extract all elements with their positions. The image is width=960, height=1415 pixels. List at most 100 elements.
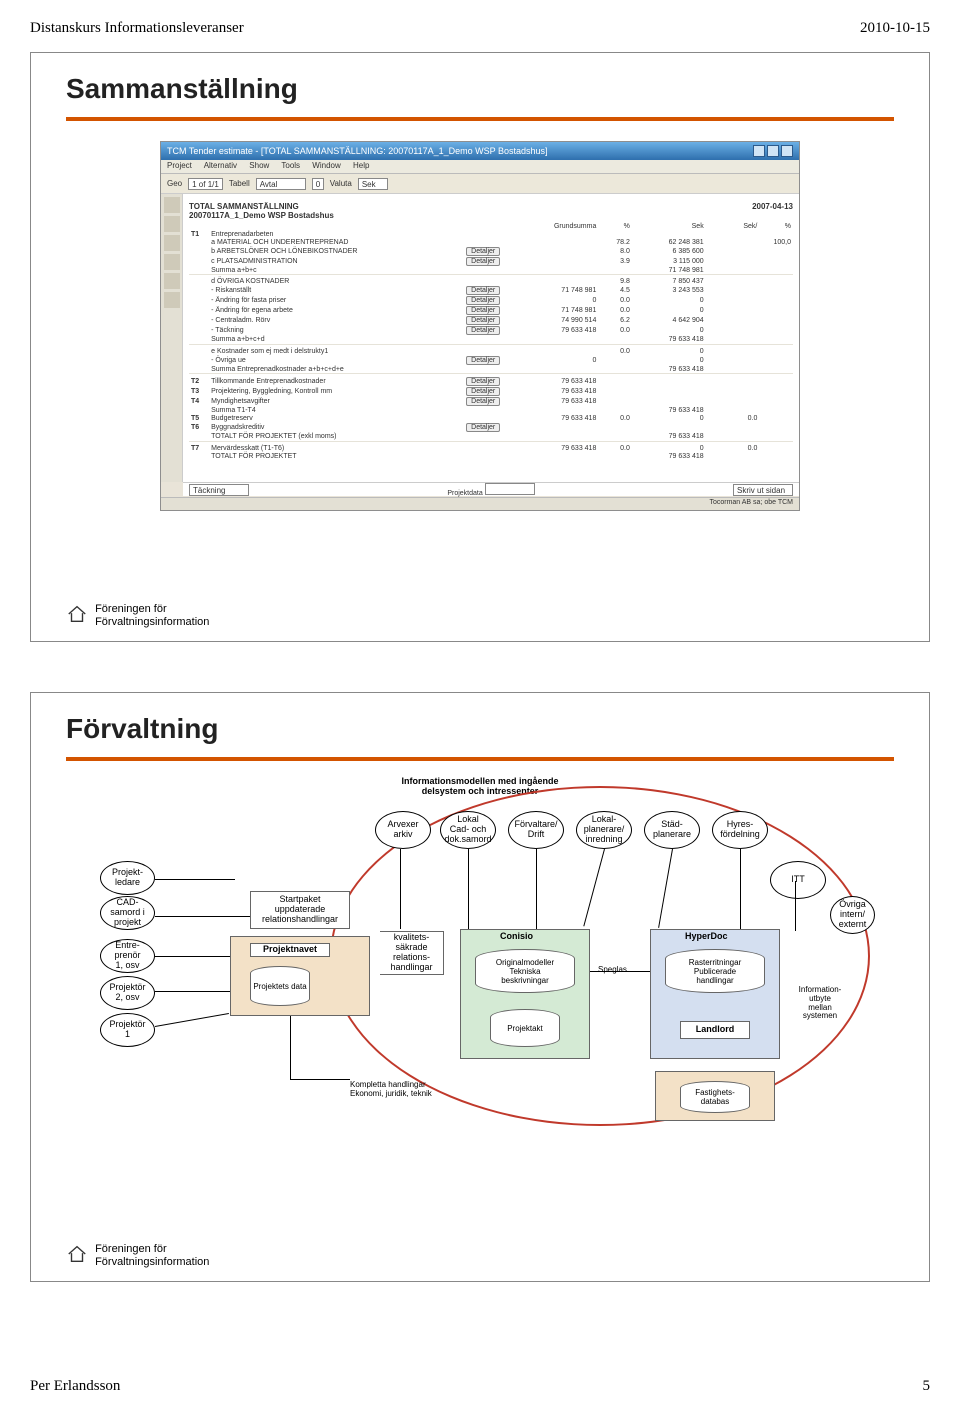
col-sek: Sek <box>632 222 706 230</box>
col-pct: % <box>598 222 632 230</box>
detail-button[interactable]: Detaljer <box>466 423 500 432</box>
hyperdoc-label: HyperDoc <box>685 931 728 941</box>
detail-button[interactable]: Detaljer <box>466 377 500 386</box>
sidebar-icon-3[interactable] <box>164 235 180 251</box>
menu-project[interactable]: Project <box>167 161 192 170</box>
report-table: Grundsumma % Sek Sek/ % T1Entreprenadarb… <box>189 222 793 460</box>
menu-help[interactable]: Help <box>353 161 369 170</box>
status-bar: Tocorman AB sa; obe TCM <box>161 497 799 510</box>
menu-show[interactable]: Show <box>249 161 269 170</box>
detail-button[interactable]: Detaljer <box>466 286 500 295</box>
box-projektnavet: Projektnavet <box>250 943 330 957</box>
menu-alternativ[interactable]: Alternativ <box>204 161 237 170</box>
conisio-label: Conisio <box>500 931 533 941</box>
detail-button[interactable]: Detaljer <box>466 356 500 365</box>
table-row: T5Budgetreserv79 633 4180.000.0 <box>189 415 793 423</box>
sidebar-icon-1[interactable] <box>164 197 180 213</box>
table-row: - Övriga ueDetaljer00 <box>189 355 793 365</box>
content-date: 2007-04-13 <box>752 202 793 211</box>
detail-button[interactable]: Detaljer <box>466 326 500 335</box>
skriv-button[interactable]: Skriv ut sidan <box>733 484 793 496</box>
oval-top-6: ITT <box>770 861 826 899</box>
menu-window[interactable]: Window <box>312 161 340 170</box>
sidebar-icon-6[interactable] <box>164 292 180 308</box>
window-controls <box>753 145 793 157</box>
content-title: TOTAL SAMMANSTÄLLNING <box>189 202 299 211</box>
tabell-label: Tabell <box>229 179 250 188</box>
slide1-underline <box>66 117 894 121</box>
status-text: Tocorman AB sa; obe TCM <box>709 499 793 509</box>
tabell-select[interactable]: Avtal <box>256 178 306 190</box>
menu-bar: Project Alternativ Show Tools Window Hel… <box>161 160 799 174</box>
table-row: a MATERIAL OCH UNDERENTREPRENAD78.262 24… <box>189 238 793 246</box>
line-speglas <box>590 971 650 972</box>
window-title-text: TCM Tender estimate - [TOTAL SAMMANSTÄLL… <box>167 146 548 156</box>
tackning-button[interactable]: Täckning <box>189 484 249 496</box>
sidebar-icon-2[interactable] <box>164 216 180 232</box>
geo-field[interactable]: 1 of 1/1 <box>188 178 223 190</box>
box-startpaket: Startpaketuppdateraderelationshandlingar <box>250 891 350 929</box>
diagram: Informationsmodellen med ingåendedelsyst… <box>80 781 880 1151</box>
detail-button[interactable]: Detaljer <box>466 397 500 406</box>
table-row: - Centraladm. RörvDetaljer74 990 5146.24… <box>189 316 793 326</box>
info-utbyte: Information-utbytemellansystemen <box>790 986 850 1021</box>
maximize-icon[interactable] <box>767 145 779 157</box>
window-titlebar: TCM Tender estimate - [TOTAL SAMMANSTÄLL… <box>161 142 799 160</box>
oval-top-2: Förvaltare/Drift <box>508 811 564 849</box>
detail-button[interactable]: Detaljer <box>466 257 500 266</box>
table-row: d ÖVRIGA KOSTNADER9.87 850 437 <box>189 278 793 286</box>
table-row: T3Projektering, Byggledning, Kontroll mm… <box>189 387 793 397</box>
header-left: Distanskurs Informationsleveranser <box>30 20 244 37</box>
table-row: TOTALT FÖR PROJEKTET (exkl moms)79 633 4… <box>189 433 793 442</box>
screenshot-window: TCM Tender estimate - [TOTAL SAMMANSTÄLL… <box>160 141 800 511</box>
box-landlord: Landlord <box>680 1021 750 1039</box>
sidebar-icon-5[interactable] <box>164 273 180 289</box>
minimize-icon[interactable] <box>753 145 765 157</box>
prognos-select[interactable] <box>485 483 535 495</box>
page-header: Distanskurs Informationsleveranser 2010-… <box>30 20 930 37</box>
slide1-footer: Föreningen förFörvaltningsinformation <box>66 603 209 629</box>
cyl-fastighets: Fastighets-databas <box>680 1081 750 1113</box>
footer-right: 5 <box>923 1378 931 1395</box>
oval-top-0: Arvexerarkiv <box>375 811 431 849</box>
close-icon[interactable] <box>781 145 793 157</box>
table-row: T4MyndighetsavgifterDetaljer79 633 418 <box>189 397 793 407</box>
detail-button[interactable]: Detaljer <box>466 296 500 305</box>
detail-button[interactable]: Detaljer <box>466 316 500 325</box>
table-row: c PLATSADMINISTRATIONDetaljer3.93 115 00… <box>189 256 793 266</box>
slide-1: Sammanställning TCM Tender estimate - [T… <box>30 52 930 642</box>
foot-line2: Förvaltningsinformation <box>95 616 209 628</box>
valuta-select[interactable]: Sek <box>358 178 388 190</box>
cyl-projektakt: Projektakt <box>490 1009 560 1047</box>
oval-top-5: Hyres-fördelning <box>712 811 768 849</box>
detail-button[interactable]: Detaljer <box>466 387 500 396</box>
kompletta-note: Kompletta handlingarEkonomi, juridik, te… <box>350 1081 490 1099</box>
table-row: Summa a+b+c+d79 633 418 <box>189 336 793 345</box>
table-row: T7Mervärdesskatt (T1-T6)79 633 4180.000.… <box>189 444 793 452</box>
slide1-title: Sammanställning <box>66 73 894 105</box>
table-row: Summa T1-T479 633 418 <box>189 407 793 415</box>
house-icon <box>66 1243 88 1265</box>
table-row: - Ändring för fasta priserDetaljer00.00 <box>189 296 793 306</box>
sidebar-icon-4[interactable] <box>164 254 180 270</box>
num-field[interactable]: 0 <box>312 178 324 190</box>
col-pct2: % <box>759 222 793 230</box>
slide2-footer: Föreningen förFörvaltningsinformation <box>66 1243 209 1269</box>
box-kvalitets: kvalitets-säkraderelations-handlingar <box>380 931 444 975</box>
toolbar: Geo 1 of 1/1 Tabell Avtal 0 Valuta Sek <box>161 174 799 194</box>
table-row: b ARBETSLÖNER OCH LÖNEBIKOSTNADERDetalje… <box>189 246 793 256</box>
house-icon <box>66 603 88 625</box>
sidebar <box>161 194 183 482</box>
oval-ovriga: Övrigaintern/externt <box>830 896 875 934</box>
foot-line1: Föreningen för <box>95 603 167 615</box>
table-row: - RiskanställtDetaljer71 748 9814.53 243… <box>189 286 793 296</box>
detail-button[interactable]: Detaljer <box>466 247 500 256</box>
foot-line1: Föreningen för <box>95 1243 167 1255</box>
cyl-projektets: Projektets data <box>250 966 310 1006</box>
menu-tools[interactable]: Tools <box>281 161 300 170</box>
line-k1 <box>290 1079 350 1080</box>
detail-button[interactable]: Detaljer <box>466 306 500 315</box>
col-grund: Grundsumma <box>525 222 599 230</box>
bottom-bar: Täckning Projektdata Skriv ut sidan <box>183 482 799 496</box>
content-area: TOTAL SAMMANSTÄLLNING2007-04-13 20070117… <box>183 194 799 482</box>
